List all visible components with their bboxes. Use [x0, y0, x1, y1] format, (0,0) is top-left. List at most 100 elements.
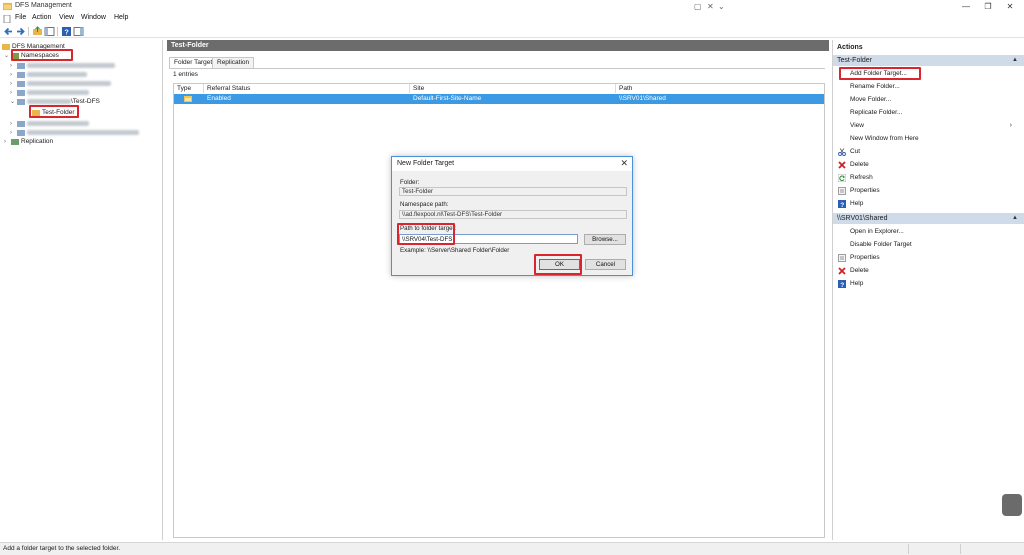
action-cut[interactable]: Cut [833, 145, 1024, 158]
action-label: Help [850, 200, 864, 207]
back-arrow-icon[interactable] [3, 26, 14, 37]
namespace-icon [17, 120, 25, 127]
action-delete[interactable]: Delete [833, 158, 1024, 171]
svg-text:?: ? [840, 282, 844, 288]
collapse-chevron-icon[interactable]: ⌄ [10, 98, 17, 107]
document-icon[interactable] [3, 15, 11, 23]
action-label: Cut [850, 148, 861, 155]
action-new-window-from-here[interactable]: New Window from Here [833, 132, 1024, 145]
details-pane: Test-Folder Folder Targets Replication 1… [167, 40, 829, 540]
action-help[interactable]: ? Help [833, 197, 1024, 210]
tree-node-namespace-blurred[interactable]: › [10, 61, 115, 70]
namespace-icon [17, 62, 25, 69]
browse-button[interactable]: Browse... [584, 234, 626, 245]
redacted-label [27, 62, 115, 68]
namespace-path-field: \\ad.flexpool.nl\Test-DFS\Test-Folder [399, 210, 627, 219]
action-view[interactable]: View › [833, 119, 1024, 132]
menu-view[interactable]: View [59, 14, 74, 21]
actions-title: Actions [833, 42, 1024, 53]
redacted-label [27, 120, 89, 126]
collapse-triangle-icon[interactable]: ▲ [1012, 213, 1018, 224]
collapse-triangle-icon[interactable]: ▲ [1012, 55, 1018, 66]
forward-arrow-icon[interactable] [15, 26, 26, 37]
column-header-path[interactable]: Path [616, 84, 824, 93]
toolbar-separator [57, 27, 58, 36]
help-icon[interactable]: ? [61, 26, 72, 37]
status-text: Add a folder target to the selected fold… [3, 545, 121, 552]
dfs-management-icon [2, 43, 10, 50]
show-hide-console-tree-icon[interactable] [44, 26, 55, 37]
menu-action[interactable]: Action [32, 14, 51, 21]
redacted-label [27, 80, 111, 86]
namespace-path-label: Namespace path: [400, 201, 449, 208]
replication-icon [11, 138, 19, 145]
action-refresh[interactable]: Refresh [833, 171, 1024, 184]
tree-node-namespace-blurred[interactable]: › [10, 70, 87, 79]
submenu-arrow-icon: › [1009, 122, 1012, 129]
menu-window[interactable]: Window [81, 14, 106, 21]
actions-section-test-folder[interactable]: Test-Folder ▲ [833, 55, 1024, 66]
table-row[interactable]: Enabled Default-First-Site-Name \\SRV01\… [174, 94, 824, 104]
action-disable-folder-target[interactable]: Disable Folder Target [833, 238, 1024, 251]
tree-node-namespace-blurred[interactable]: › [10, 88, 89, 97]
highlight-box-test-folder [29, 105, 79, 118]
actions-section-srv01-shared[interactable]: \\SRV01\Shared ▲ [833, 213, 1024, 224]
example-text: Example: \\Server\Shared Folder\Folder [400, 247, 510, 254]
tree-node-replication[interactable]: › Replication [4, 137, 53, 146]
action-label: Rename Folder... [850, 83, 900, 90]
action-label: View [850, 122, 864, 129]
square-icon[interactable]: ▢ [694, 2, 702, 11]
delete-x-icon [838, 267, 846, 275]
status-separator [908, 544, 909, 554]
entries-count: 1 entries [173, 71, 198, 78]
status-bar: Add a folder target to the selected fold… [0, 542, 1024, 555]
minimize-button[interactable]: — [955, 0, 977, 13]
properties-icon [838, 187, 846, 195]
namespace-icon [17, 80, 25, 87]
namespace-icon [17, 129, 25, 136]
svg-text:?: ? [840, 202, 844, 208]
close-x-icon[interactable]: ✕ [707, 2, 714, 11]
expand-chevron-icon[interactable]: › [4, 138, 11, 147]
dfs-app-icon [3, 2, 12, 11]
cancel-button[interactable]: Cancel [585, 259, 626, 270]
tab-divider [169, 68, 825, 69]
menu-bar: File Action View Window Help [0, 13, 1024, 25]
close-window-button[interactable]: ✕ [999, 0, 1021, 13]
redacted-label [27, 98, 71, 104]
close-icon[interactable]: ✕ [620, 158, 628, 169]
chevron-down-icon[interactable]: ⌄ [718, 2, 725, 11]
redacted-label [27, 129, 139, 135]
namespace-icon [17, 98, 25, 105]
action-label: Disable Folder Target [850, 241, 912, 248]
action-target-delete[interactable]: Delete [833, 264, 1024, 277]
show-hide-action-pane-icon[interactable] [73, 26, 84, 37]
column-header-type[interactable]: Type [174, 84, 204, 93]
help-icon: ? [838, 280, 846, 288]
collapse-chevron-icon[interactable]: ⌄ [4, 52, 11, 61]
column-header-referral-status[interactable]: Referral Status [204, 84, 410, 93]
tree-node-namespace-blurred[interactable]: › [10, 119, 89, 128]
menu-help[interactable]: Help [114, 14, 128, 21]
scissors-icon [838, 148, 846, 156]
action-move-folder[interactable]: Move Folder... [833, 93, 1024, 106]
action-properties[interactable]: Properties [833, 184, 1024, 197]
namespace-icon [17, 71, 25, 78]
column-header-site[interactable]: Site [410, 84, 616, 93]
menu-file[interactable]: File [15, 14, 26, 21]
namespace-icon [17, 89, 25, 96]
action-label: Delete [850, 161, 869, 168]
restore-button[interactable]: ❐ [977, 0, 999, 13]
highlight-box-ok [534, 254, 582, 275]
action-label: Delete [850, 267, 869, 274]
action-label: Properties [850, 254, 880, 261]
tree-node-namespace-blurred[interactable]: › [10, 128, 139, 137]
action-replicate-folder[interactable]: Replicate Folder... [833, 106, 1024, 119]
tab-replication[interactable]: Replication [212, 57, 255, 68]
action-target-help[interactable]: ? Help [833, 277, 1024, 290]
action-rename-folder[interactable]: Rename Folder... [833, 80, 1024, 93]
action-open-in-explorer[interactable]: Open in Explorer... [833, 225, 1024, 238]
action-target-properties[interactable]: Properties [833, 251, 1024, 264]
tree-node-namespace-blurred[interactable]: › [10, 79, 111, 88]
folder-up-icon[interactable] [32, 26, 43, 37]
